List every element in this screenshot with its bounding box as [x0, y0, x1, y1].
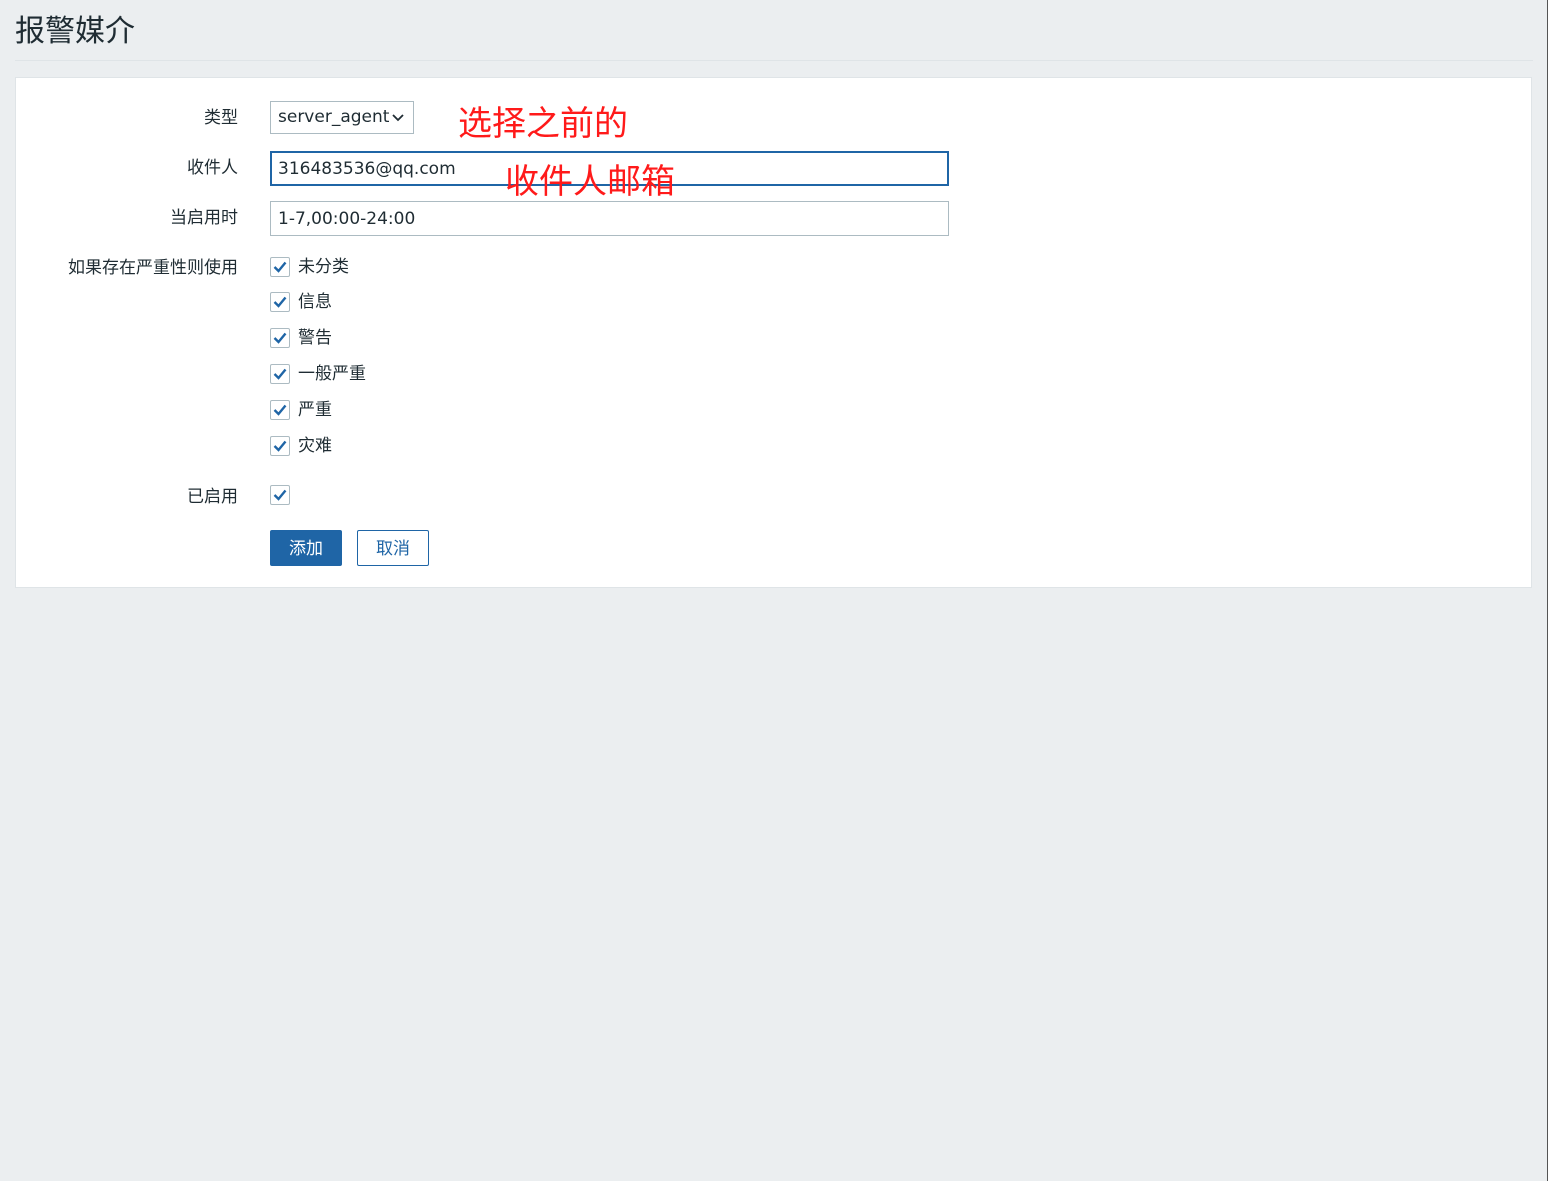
severity-option-label: 一般严重 [298, 364, 366, 384]
check-icon [273, 404, 287, 416]
enabled-option[interactable] [270, 483, 290, 507]
severity-option-label: 严重 [298, 400, 332, 420]
severity-label: 如果存在严重性则使用 [68, 258, 238, 278]
severity-option-warning[interactable]: 警告 [270, 326, 332, 350]
severity-option-label: 灾难 [298, 436, 332, 456]
severity-option-not-classified[interactable]: 未分类 [270, 255, 349, 279]
check-icon [273, 440, 287, 452]
when-active-label: 当启用时 [170, 208, 238, 228]
type-label: 类型 [204, 108, 238, 128]
title-divider [15, 60, 1533, 61]
chevron-down-icon [392, 102, 404, 133]
check-icon [273, 332, 287, 344]
severity-option-label: 信息 [298, 292, 332, 312]
annotation-line-2: 收件人邮箱 [505, 162, 675, 202]
recipient-label: 收件人 [187, 158, 238, 178]
checkbox[interactable] [270, 257, 290, 277]
checkbox[interactable] [270, 436, 290, 456]
media-type-page: 报警媒介 类型 server_agent 收件人 当启用时 如果存在严重性则使用… [0, 0, 1548, 1181]
check-icon [273, 261, 287, 273]
severity-option-disaster[interactable]: 灾难 [270, 434, 332, 458]
add-button[interactable]: 添加 [270, 530, 342, 566]
annotation-line-1: 选择之前的 [458, 104, 628, 144]
checkbox[interactable] [270, 292, 290, 312]
checkbox[interactable] [270, 328, 290, 348]
enabled-checkbox[interactable] [270, 485, 290, 505]
type-select[interactable]: server_agent [270, 101, 414, 134]
page-title: 报警媒介 [15, 14, 135, 49]
severity-option-label: 未分类 [298, 257, 349, 277]
media-form-panel: 类型 server_agent 收件人 当启用时 如果存在严重性则使用 未分类 … [15, 77, 1532, 588]
severity-option-high[interactable]: 严重 [270, 398, 332, 422]
type-select-value: server_agent [278, 107, 390, 127]
check-icon [273, 489, 287, 501]
check-icon [273, 368, 287, 380]
check-icon [273, 296, 287, 308]
checkbox[interactable] [270, 400, 290, 420]
enabled-label: 已启用 [187, 487, 238, 507]
when-active-input[interactable] [270, 201, 949, 236]
severity-option-average[interactable]: 一般严重 [270, 362, 366, 386]
cancel-button[interactable]: 取消 [357, 530, 429, 566]
checkbox[interactable] [270, 364, 290, 384]
severity-option-information[interactable]: 信息 [270, 290, 332, 314]
severity-option-label: 警告 [298, 328, 332, 348]
